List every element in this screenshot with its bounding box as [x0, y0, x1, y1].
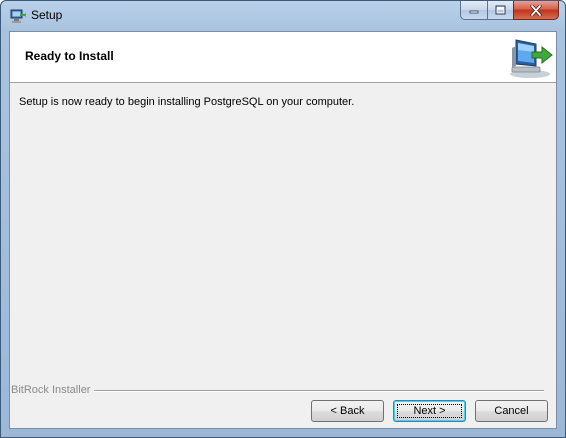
installer-icon [10, 9, 26, 23]
title-bar[interactable]: Setup [1, 1, 565, 31]
caption-buttons [460, 1, 559, 21]
computer-install-arrow-icon [510, 39, 553, 78]
back-button-label: < Back [330, 405, 365, 417]
separator-line [90, 390, 544, 392]
focus-rectangle [397, 404, 462, 418]
back-button[interactable]: < Back [311, 400, 384, 422]
ready-message: Setup is now ready to begin installing P… [19, 96, 355, 108]
cancel-button-label: Cancel [494, 405, 529, 417]
brand-label: BitRock Installer [11, 384, 95, 396]
wizard-header: Ready to Install [10, 32, 556, 83]
cancel-button[interactable]: Cancel [475, 400, 548, 422]
page-title: Ready to Install [25, 49, 114, 63]
maximize-icon [495, 5, 506, 15]
window-title: Setup [31, 8, 63, 22]
wizard-client-area: Ready to Install Setup is now ready to b… [9, 31, 557, 429]
setup-window: Setup Ready to Install Setup is now read… [0, 0, 566, 438]
maximize-button[interactable] [487, 1, 513, 20]
close-button[interactable] [513, 1, 559, 20]
next-button[interactable]: Next > [393, 400, 466, 422]
minimize-button[interactable] [460, 1, 487, 20]
close-icon [530, 4, 542, 16]
minimize-icon [469, 10, 479, 14]
